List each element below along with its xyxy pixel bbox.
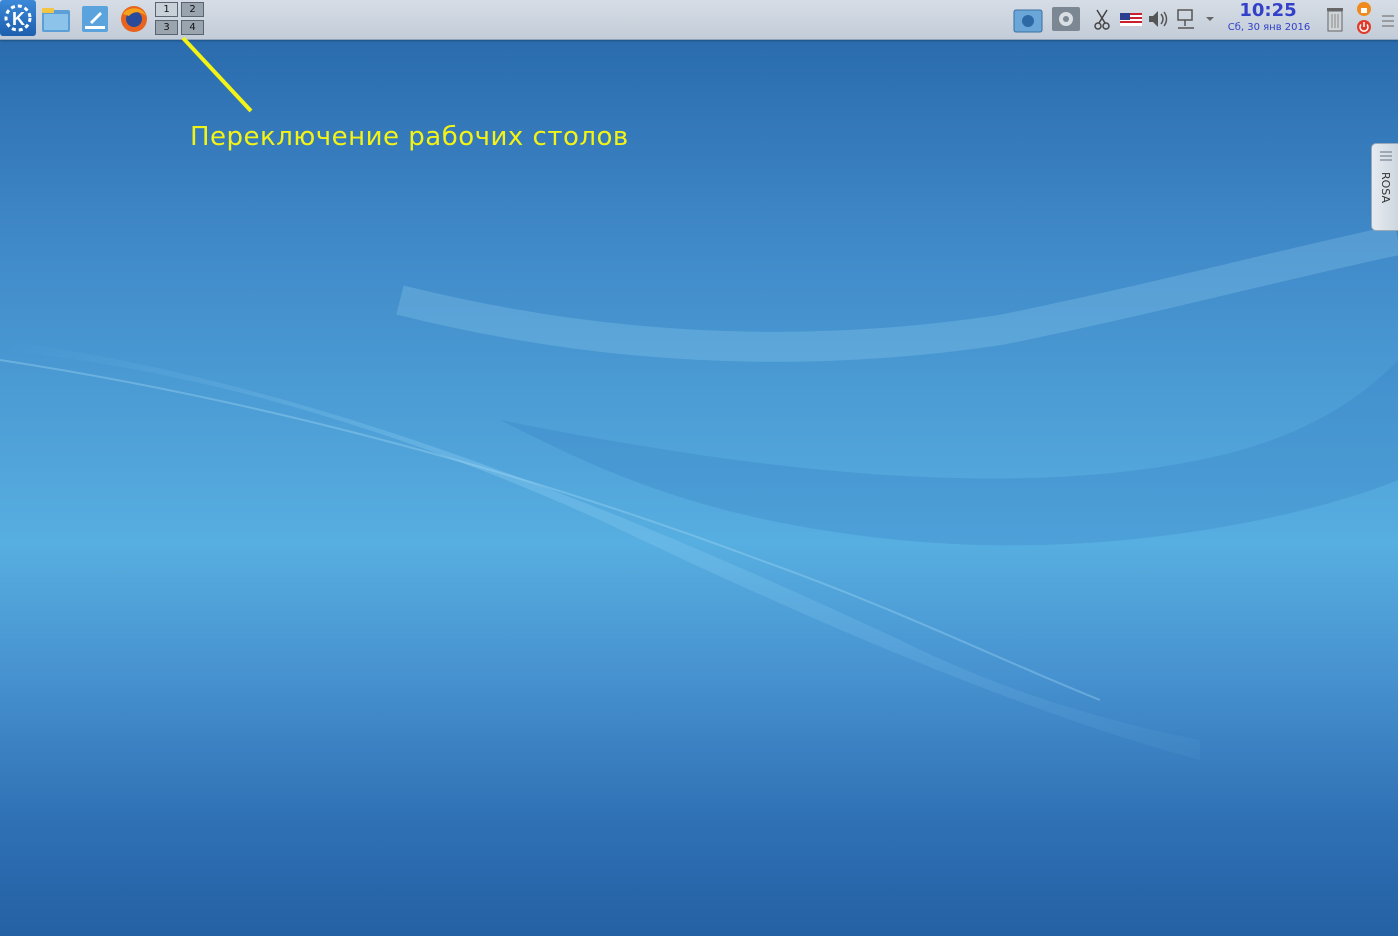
lock-icon[interactable] bbox=[1355, 1, 1373, 17]
volume-icon[interactable] bbox=[1146, 2, 1170, 36]
text-editor-icon[interactable] bbox=[78, 2, 112, 36]
clock-time[interactable]: 10:25 bbox=[1230, 0, 1306, 21]
rosa-side-tab[interactable]: ROSA bbox=[1371, 143, 1398, 231]
settings-icon[interactable] bbox=[1050, 2, 1084, 36]
rosa-tab-label: ROSA bbox=[1379, 172, 1392, 204]
top-panel: K 1 2 3 4 10:25 Сб, 30 янв 2016 bbox=[0, 0, 1398, 40]
panel-handle-icon[interactable] bbox=[1380, 12, 1396, 30]
file-manager-icon[interactable] bbox=[39, 2, 73, 36]
kde-menu-icon[interactable]: K bbox=[0, 0, 36, 36]
annotation-label: Переключение рабочих столов bbox=[190, 122, 629, 152]
firefox-icon[interactable] bbox=[117, 2, 151, 36]
pager-desktop-4[interactable]: 4 bbox=[181, 20, 204, 35]
clipboard-scissors-icon[interactable] bbox=[1092, 2, 1112, 36]
trash-icon[interactable] bbox=[1322, 2, 1348, 36]
svg-text:K: K bbox=[12, 9, 25, 29]
menu-lines-icon bbox=[1380, 151, 1392, 161]
keyboard-layout-flag-icon[interactable] bbox=[1119, 2, 1143, 36]
pager-desktop-1[interactable]: 1 bbox=[155, 2, 178, 17]
pager-desktop-2[interactable]: 2 bbox=[181, 2, 204, 17]
desktop-pager: 1 2 3 4 bbox=[155, 2, 207, 36]
tray-expand-icon[interactable] bbox=[1202, 2, 1218, 36]
clock-date[interactable]: Сб, 30 янв 2016 bbox=[1226, 22, 1312, 33]
power-icon[interactable] bbox=[1355, 19, 1373, 35]
pager-desktop-3[interactable]: 3 bbox=[155, 20, 178, 35]
network-icon[interactable] bbox=[1174, 2, 1198, 36]
screenshot-icon[interactable] bbox=[1012, 2, 1046, 36]
